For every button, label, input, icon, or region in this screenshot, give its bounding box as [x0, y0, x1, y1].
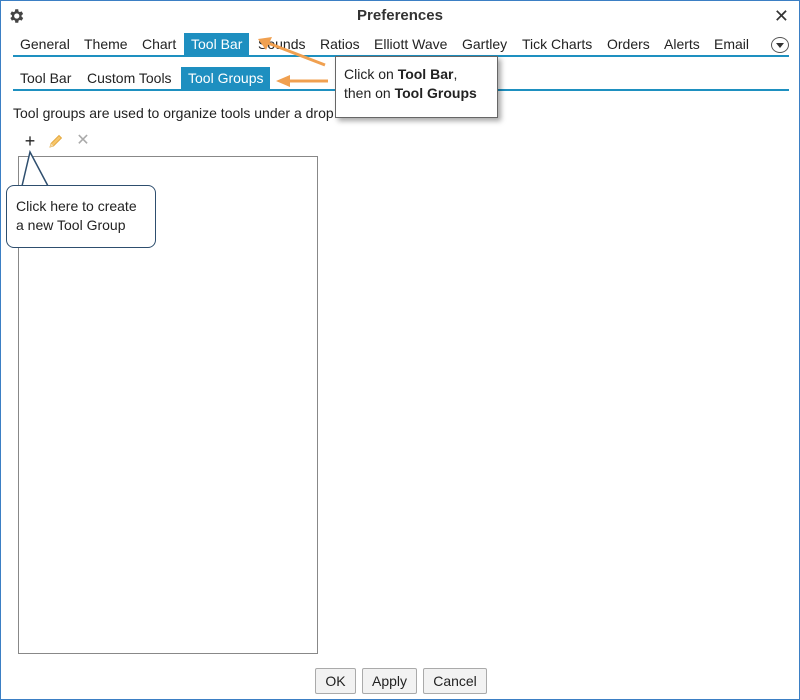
- subtab-tool-groups[interactable]: Tool Groups: [181, 67, 271, 89]
- subtab-tool-bar[interactable]: Tool Bar: [13, 67, 78, 89]
- tab-chart[interactable]: Chart: [135, 33, 183, 55]
- title-bar: Preferences ✕: [1, 1, 799, 31]
- window-title: Preferences: [357, 7, 443, 24]
- main-tab-bar: General Theme Chart Tool Bar Sounds Rati…: [13, 33, 789, 57]
- callout-line-2: a new Tool Group: [16, 217, 126, 233]
- ok-button[interactable]: OK: [315, 668, 356, 694]
- apply-button[interactable]: Apply: [362, 668, 417, 694]
- tab-overflow-dropdown-icon[interactable]: [771, 37, 789, 53]
- subtab-custom-tools[interactable]: Custom Tools: [80, 67, 179, 89]
- callout-bold-text: Tool Groups: [394, 85, 477, 101]
- edit-pencil-icon[interactable]: [47, 131, 65, 151]
- tab-elliott-wave[interactable]: Elliott Wave: [367, 33, 454, 55]
- tab-theme[interactable]: Theme: [77, 33, 135, 55]
- tab-email[interactable]: Email: [707, 33, 756, 55]
- tabs-hint-callout: Click on Tool Bar, then on Tool Groups: [335, 56, 498, 118]
- tab-orders[interactable]: Orders: [600, 33, 657, 55]
- tab-tick-charts[interactable]: Tick Charts: [515, 33, 599, 55]
- close-icon[interactable]: ✕: [774, 6, 789, 27]
- callout-line-1: Click here to create: [16, 198, 137, 214]
- callout-text: Click on: [344, 66, 398, 82]
- tab-gartley[interactable]: Gartley: [455, 33, 514, 55]
- cancel-button[interactable]: Cancel: [423, 668, 487, 694]
- add-hint-callout: Click here to create a new Tool Group: [6, 185, 156, 248]
- tab-tool-bar[interactable]: Tool Bar: [184, 33, 250, 55]
- tab-ratios[interactable]: Ratios: [313, 33, 367, 55]
- tab-alerts[interactable]: Alerts: [657, 33, 707, 55]
- callout-text: then on: [344, 85, 395, 101]
- tool-groups-description: Tool groups are used to organize tools u…: [13, 105, 334, 121]
- callout-text: ,: [453, 66, 458, 82]
- tab-sounds[interactable]: Sounds: [251, 33, 312, 55]
- tab-general[interactable]: General: [13, 33, 77, 55]
- delete-icon[interactable]: ✕: [74, 131, 92, 151]
- callout-bold-text: Tool Bar: [397, 66, 454, 82]
- add-icon[interactable]: +: [21, 131, 39, 151]
